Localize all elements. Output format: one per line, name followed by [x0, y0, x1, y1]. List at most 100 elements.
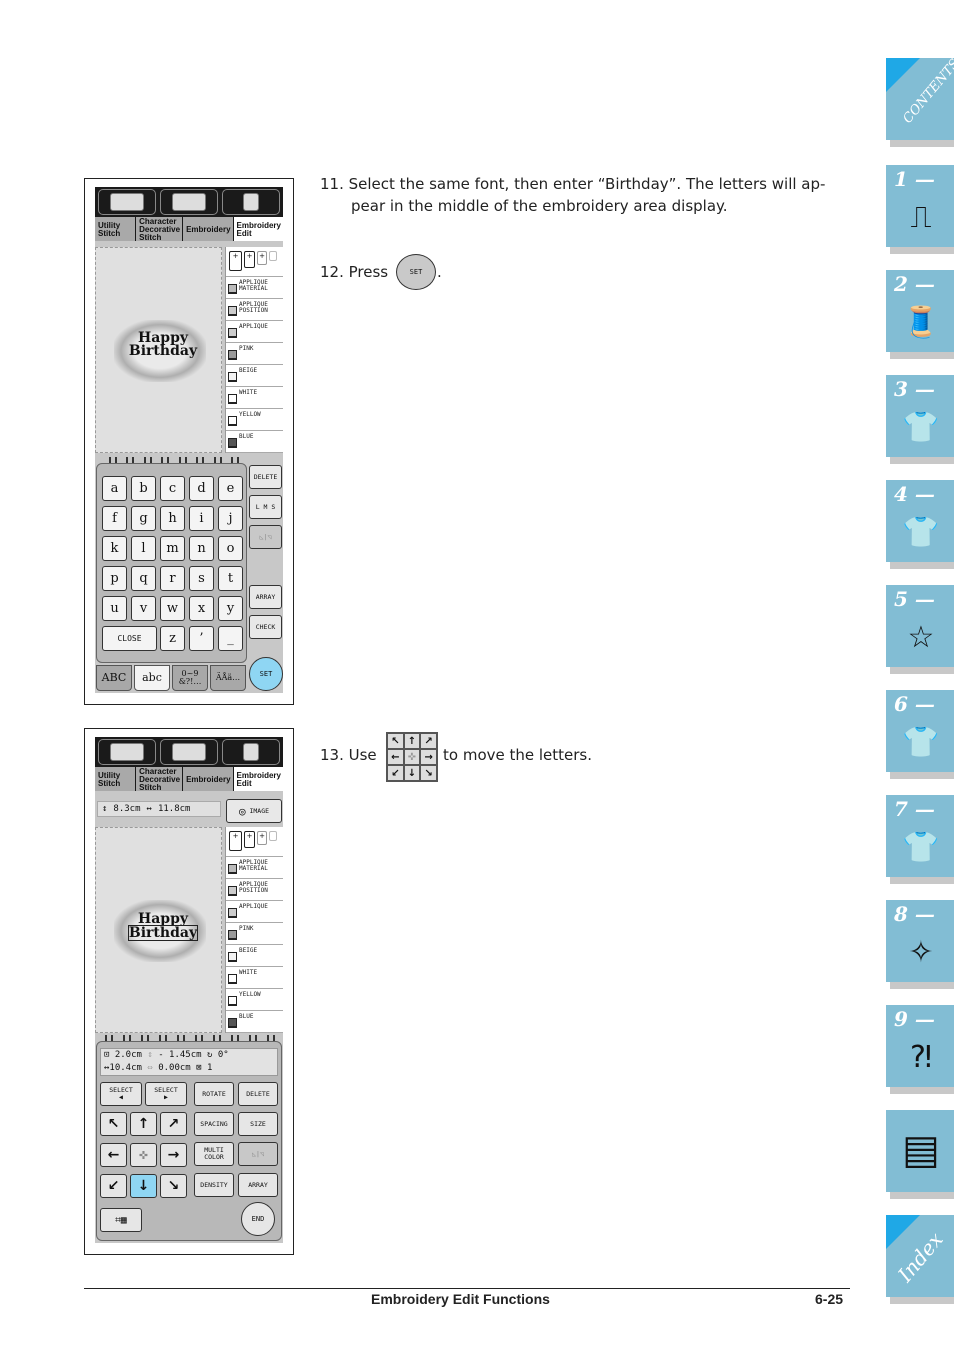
- side-tab-chapter-4[interactable]: 4 — 👕: [886, 480, 954, 569]
- tab-embroidery-edit[interactable]: Embroidery Edit: [233, 767, 283, 791]
- thread-list-button[interactable]: ⌗▦: [100, 1208, 142, 1232]
- side-tab-chapter-10[interactable]: ▤: [886, 1110, 954, 1199]
- key-u[interactable]: u: [102, 596, 127, 621]
- stitch-guide-button[interactable]: [98, 739, 156, 765]
- thread-item[interactable]: PINK: [226, 343, 283, 365]
- side-tab-chapter-5[interactable]: 5 — ☆: [886, 585, 954, 674]
- multi-color-button[interactable]: MULTI COLOR: [194, 1142, 234, 1166]
- help-button[interactable]: [160, 189, 218, 215]
- thread-item[interactable]: BLUE: [226, 1011, 283, 1033]
- move-right-button[interactable]: →: [160, 1143, 187, 1167]
- tab-character-decorative[interactable]: Character Decorative Stitch: [136, 767, 183, 792]
- settings-button[interactable]: [222, 739, 280, 765]
- rotate-button[interactable]: ROTATE: [194, 1082, 234, 1106]
- key-r[interactable]: r: [160, 566, 185, 591]
- key-k[interactable]: k: [102, 536, 127, 561]
- thread-item[interactable]: APPLIQUE POSITION: [226, 299, 283, 321]
- key-q[interactable]: q: [131, 566, 156, 591]
- key-f[interactable]: f: [102, 506, 127, 531]
- tab-embroidery-edit[interactable]: Embroidery Edit: [233, 217, 283, 241]
- key-w[interactable]: w: [160, 596, 185, 621]
- key-j[interactable]: j: [218, 506, 243, 531]
- key-underscore[interactable]: _: [218, 626, 243, 651]
- side-tab-chapter-9[interactable]: 9 — ⁈: [886, 1005, 954, 1094]
- key-h[interactable]: h: [160, 506, 185, 531]
- thread-item[interactable]: YELLOW: [226, 409, 283, 431]
- thread-item[interactable]: BEIGE: [226, 945, 283, 967]
- thread-item[interactable]: BLUE: [226, 431, 283, 453]
- charset-tab[interactable]: 0~9 &?!…: [172, 665, 208, 691]
- side-tab-chapter-7[interactable]: 7 — 👕: [886, 795, 954, 884]
- select-prev-button[interactable]: SELECT ◀: [100, 1082, 142, 1106]
- size-button[interactable]: SIZE: [238, 1112, 278, 1136]
- side-tab-chapter-3[interactable]: 3 — 👕: [886, 375, 954, 464]
- size-lms-button[interactable]: L M S: [249, 495, 282, 519]
- set-button[interactable]: SET: [249, 657, 283, 691]
- check-button[interactable]: CHECK: [249, 615, 282, 639]
- move-left-button[interactable]: ←: [100, 1143, 127, 1167]
- stitch-guide-button[interactable]: [98, 189, 156, 215]
- delete-button[interactable]: DELETE: [238, 1082, 278, 1106]
- side-tab-contents[interactable]: CONTENTS: [886, 56, 954, 147]
- move-center-button[interactable]: ✜: [130, 1143, 157, 1167]
- key-v[interactable]: v: [131, 596, 156, 621]
- move-down-left-button[interactable]: ↙: [100, 1174, 127, 1198]
- key-apos[interactable]: ’: [189, 626, 214, 651]
- tab-character-decorative[interactable]: Character Decorative Stitch: [136, 217, 183, 242]
- key-e[interactable]: e: [218, 476, 243, 501]
- mirror-button[interactable]: ◺|◹: [238, 1142, 278, 1166]
- delete-button[interactable]: DELETE: [249, 465, 282, 489]
- side-tab-chapter-8[interactable]: 8 — ✧: [886, 900, 954, 989]
- key-l[interactable]: l: [131, 536, 156, 561]
- key-d[interactable]: d: [189, 476, 214, 501]
- end-button[interactable]: END: [241, 1202, 275, 1236]
- thread-item[interactable]: APPLIQUE MATERIAL: [226, 857, 283, 879]
- key-s[interactable]: s: [189, 566, 214, 591]
- mirror-button[interactable]: ◺|◹: [249, 525, 282, 549]
- help-button[interactable]: [160, 739, 218, 765]
- side-tab-chapter-2[interactable]: 2 — 🧵: [886, 270, 954, 359]
- thread-item[interactable]: APPLIQUE: [226, 901, 283, 923]
- key-c[interactable]: c: [160, 476, 185, 501]
- key-y[interactable]: y: [218, 596, 243, 621]
- thread-item[interactable]: APPLIQUE: [226, 321, 283, 343]
- thread-item[interactable]: BEIGE: [226, 365, 283, 387]
- thread-item[interactable]: APPLIQUE MATERIAL: [226, 277, 283, 299]
- key-g[interactable]: g: [131, 506, 156, 531]
- array-button[interactable]: ARRAY: [249, 585, 282, 609]
- key-close[interactable]: CLOSE: [102, 626, 157, 651]
- thread-item[interactable]: WHITE: [226, 387, 283, 409]
- thread-item[interactable]: WHITE: [226, 967, 283, 989]
- key-m[interactable]: m: [160, 536, 185, 561]
- move-up-button[interactable]: ↑: [130, 1112, 157, 1136]
- thread-item[interactable]: APPLIQUE POSITION: [226, 879, 283, 901]
- thread-item[interactable]: PINK: [226, 923, 283, 945]
- key-z[interactable]: z: [160, 626, 185, 651]
- array-button[interactable]: ARRAY: [238, 1173, 278, 1197]
- move-down-right-button[interactable]: ↘: [160, 1174, 187, 1198]
- select-next-button[interactable]: SELECT ▶: [145, 1082, 187, 1106]
- tab-embroidery[interactable]: Embroidery: [183, 767, 233, 791]
- tab-embroidery[interactable]: Embroidery: [183, 217, 233, 241]
- move-down-button[interactable]: ↓: [130, 1174, 157, 1198]
- key-o[interactable]: o: [218, 536, 243, 561]
- move-up-left-button[interactable]: ↖: [100, 1112, 127, 1136]
- key-t[interactable]: t: [218, 566, 243, 591]
- tab-utility-stitch[interactable]: Utility Stitch: [95, 217, 136, 241]
- side-tab-chapter-1[interactable]: 1 — ⎍: [886, 165, 954, 254]
- charset-tab[interactable]: ÄÅä…: [210, 665, 246, 691]
- key-n[interactable]: n: [189, 536, 214, 561]
- side-tab-index[interactable]: Index: [886, 1215, 954, 1304]
- key-x[interactable]: x: [189, 596, 214, 621]
- spacing-button[interactable]: SPACING: [194, 1112, 234, 1136]
- charset-tab[interactable]: ABC: [96, 665, 132, 691]
- key-p[interactable]: p: [102, 566, 127, 591]
- tab-utility-stitch[interactable]: Utility Stitch: [95, 767, 136, 791]
- move-up-right-button[interactable]: ↗: [160, 1112, 187, 1136]
- density-button[interactable]: DENSITY: [194, 1173, 234, 1197]
- settings-button[interactable]: [222, 189, 280, 215]
- image-button[interactable]: ◎ IMAGE: [226, 799, 282, 823]
- key-i[interactable]: i: [189, 506, 214, 531]
- charset-tab[interactable]: abc: [134, 665, 170, 691]
- key-b[interactable]: b: [131, 476, 156, 501]
